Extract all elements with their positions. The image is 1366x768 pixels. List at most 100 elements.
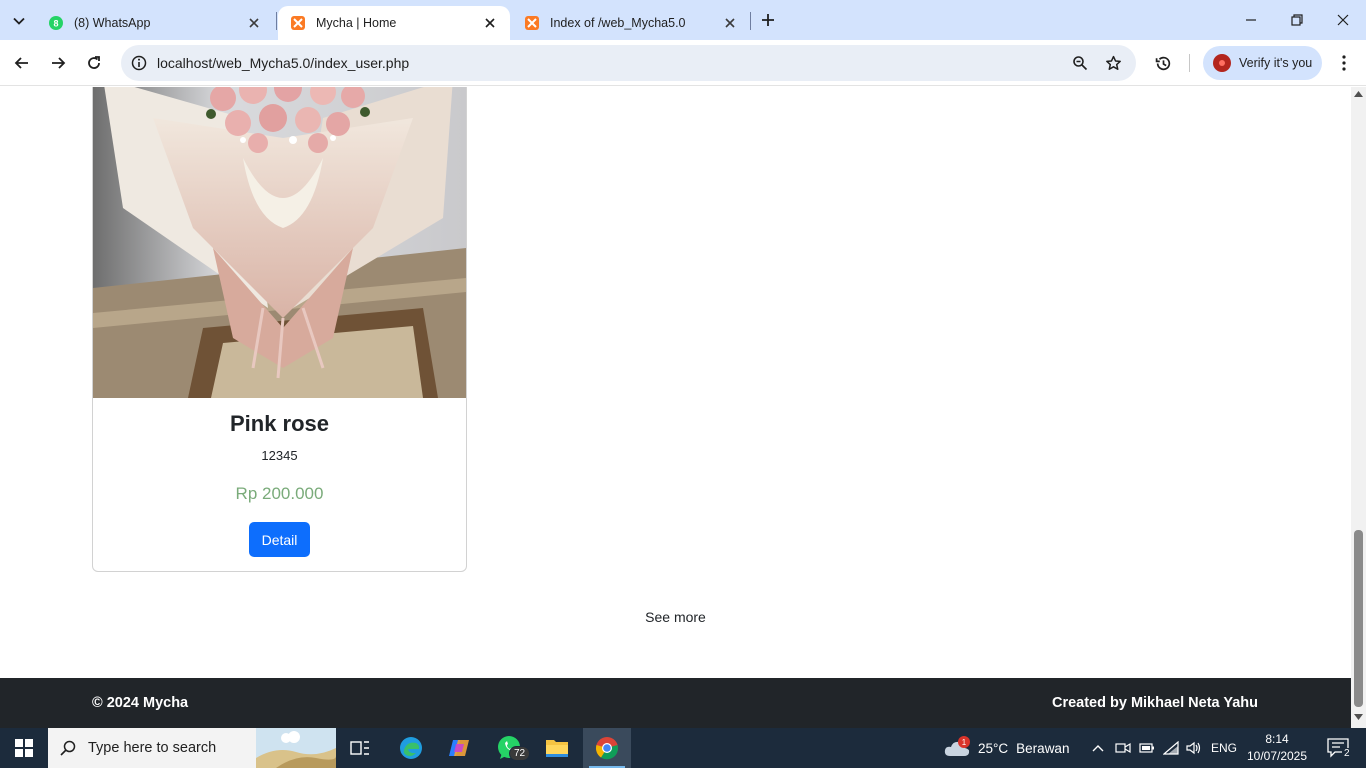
xampp-icon: [525, 16, 539, 30]
bookmark-button[interactable]: [1102, 52, 1124, 74]
verify-profile-button[interactable]: Verify it's you: [1203, 46, 1322, 80]
tab-separator: [750, 12, 751, 30]
address-bar[interactable]: localhost/web_Mycha5.0/index_user.php: [121, 45, 1136, 81]
back-button[interactable]: [8, 49, 36, 77]
verify-label: Verify it's you: [1239, 56, 1313, 70]
detail-button[interactable]: Detail: [249, 522, 310, 557]
notification-center-button[interactable]: 2: [1318, 728, 1358, 768]
xampp-icon: [291, 16, 305, 30]
minimize-icon: [1246, 19, 1256, 21]
notification-count: 2: [1342, 748, 1352, 759]
close-icon: [1337, 14, 1349, 26]
reload-button[interactable]: [80, 49, 108, 77]
speaker-icon: [1186, 741, 1201, 755]
folder-icon: [546, 740, 568, 757]
tab-title: (8) WhatsApp: [74, 16, 151, 30]
tab-title: Index of /web_Mycha5.0: [550, 16, 686, 30]
plus-icon: [762, 14, 774, 26]
search-highlight-image: [256, 728, 336, 768]
copilot-icon: [449, 740, 469, 756]
task-view-icon: [350, 741, 369, 755]
info-icon: [131, 55, 147, 71]
weather-widget[interactable]: 1 25°C Berawan: [944, 728, 1069, 768]
browser-menu-button[interactable]: [1330, 49, 1358, 77]
alert-avatar-icon: [1213, 54, 1231, 72]
scrollbar-thumb[interactable]: [1354, 530, 1363, 707]
network-button[interactable]: [1160, 728, 1182, 768]
chevron-up-icon: [1092, 745, 1104, 752]
whatsapp-badge: 72: [509, 746, 531, 761]
zoom-button[interactable]: [1069, 52, 1091, 74]
page-scrollbar[interactable]: [1351, 87, 1366, 728]
arrow-right-icon: [52, 57, 66, 69]
close-tab-icon[interactable]: [722, 15, 738, 31]
search-icon: [60, 740, 76, 756]
product-name: Pink rose: [229, 411, 330, 436]
weather-alert-badge: 1: [958, 736, 970, 748]
task-view-button[interactable]: [336, 728, 384, 768]
taskbar-whatsapp[interactable]: 72: [485, 728, 533, 768]
show-hidden-icons-button[interactable]: [1088, 728, 1108, 768]
scroll-down-icon[interactable]: [1354, 714, 1363, 720]
meet-now-icon: [1115, 742, 1131, 754]
minimize-button[interactable]: [1228, 0, 1274, 40]
close-window-button[interactable]: [1320, 0, 1366, 40]
close-tab-icon[interactable]: [482, 15, 498, 31]
page-content: Pink rose 12345 Rp 200.000 Detail See mo…: [0, 87, 1351, 728]
whatsapp-icon: 8: [49, 16, 63, 30]
clock-time: 8:14: [1265, 732, 1289, 746]
star-icon: [1105, 55, 1121, 70]
svg-text:8: 8: [53, 19, 58, 29]
history-button[interactable]: [1149, 49, 1177, 77]
browser-toolbar: localhost/web_Mycha5.0/index_user.php Ve…: [0, 40, 1366, 86]
taskbar-edge[interactable]: [387, 728, 435, 768]
tab-mycha-home[interactable]: Mycha | Home: [278, 6, 510, 40]
see-more-label[interactable]: See more: [645, 609, 706, 625]
windows-logo-icon: [15, 739, 33, 757]
tab-search-button[interactable]: [6, 8, 32, 34]
arrow-left-icon: [14, 57, 28, 69]
tab-title: Mycha | Home: [316, 16, 397, 30]
product-card: Pink rose 12345 Rp 200.000 Detail: [92, 87, 467, 572]
meet-now-button[interactable]: [1112, 728, 1134, 768]
product-image: [93, 87, 466, 398]
language-label: ENG: [1210, 741, 1237, 755]
toolbar-divider: [1189, 54, 1190, 72]
browser-tab-strip: 8 (8) WhatsApp Mycha | Home Index of /we…: [0, 0, 1366, 40]
battery-button[interactable]: [1136, 728, 1158, 768]
taskbar-copilot[interactable]: [435, 728, 483, 768]
restore-button[interactable]: [1274, 0, 1320, 40]
see-more-link[interactable]: See more: [0, 609, 1351, 625]
wifi-icon: [1163, 741, 1179, 755]
taskbar-clock[interactable]: 8:14 10/07/2025: [1244, 731, 1310, 765]
volume-button[interactable]: [1183, 728, 1205, 768]
tab-whatsapp[interactable]: 8 (8) WhatsApp: [36, 6, 274, 40]
footer-credit: Created by Mikhael Neta Yahu: [1051, 695, 1258, 711]
tab-index-of[interactable]: Index of /web_Mycha5.0: [512, 6, 750, 40]
scroll-up-icon[interactable]: [1354, 91, 1363, 97]
site-footer: © 2024 Mycha Created by Mikhael Neta Yah…: [0, 678, 1351, 728]
windows-taskbar: Type here to search 72 1 25°C Berawan EN…: [0, 728, 1366, 768]
url-text[interactable]: localhost/web_Mycha5.0/index_user.php: [157, 55, 409, 71]
start-button[interactable]: [0, 728, 48, 768]
language-indicator[interactable]: ENG: [1208, 728, 1240, 768]
product-code: 12345: [261, 448, 298, 463]
reload-icon: [88, 56, 100, 69]
edge-icon: [400, 737, 422, 759]
tab-separator: [276, 12, 277, 30]
weather-temp: 25°C: [978, 740, 1009, 756]
clock-date: 10/07/2025: [1246, 749, 1308, 763]
taskbar-file-explorer[interactable]: [533, 728, 581, 768]
taskbar-chrome[interactable]: [583, 728, 631, 768]
zoom-icon: [1073, 56, 1088, 71]
site-info-button[interactable]: [127, 51, 151, 75]
taskbar-search-box[interactable]: Type here to search: [48, 728, 336, 768]
footer-copyright: © 2024 Mycha: [92, 695, 189, 711]
new-tab-button[interactable]: [756, 8, 780, 32]
close-tab-icon[interactable]: [246, 15, 262, 31]
restore-icon: [1291, 14, 1303, 26]
weather-desc: Berawan: [1016, 740, 1070, 756]
product-price: Rp 200.000: [235, 484, 324, 503]
history-icon: [1155, 56, 1170, 70]
forward-button[interactable]: [44, 49, 72, 77]
